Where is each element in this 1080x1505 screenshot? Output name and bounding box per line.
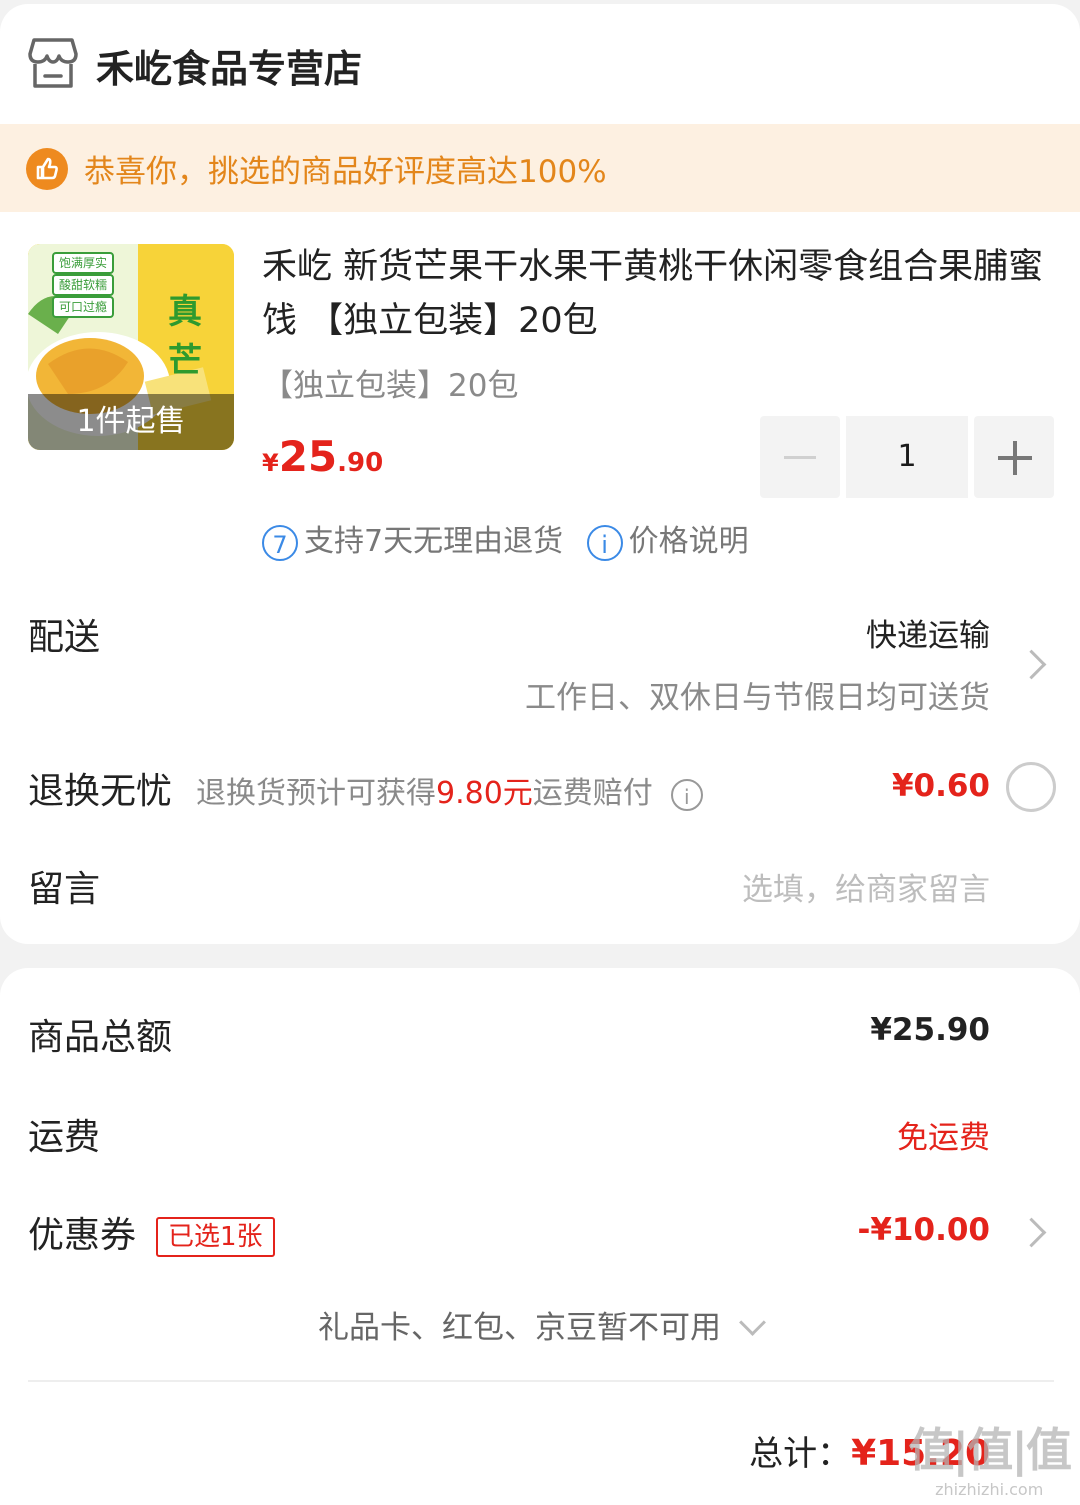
goods-total-label: 商品总额	[28, 1017, 173, 1058]
product-spec[interactable]: 【独立包装】20包	[262, 360, 518, 405]
shipping-label: 运费	[28, 1117, 101, 1158]
price-decimal: .90	[337, 448, 384, 478]
product-price: ¥25.90	[262, 432, 383, 481]
price-symbol: ¥	[262, 449, 279, 477]
watermark-logo: 值|值|值	[908, 1423, 1072, 1477]
message-label: 留言	[28, 869, 101, 910]
shipping-value: 免运费	[897, 1120, 990, 1156]
praise-banner: 恭喜你，挑选的商品好评度高达100%	[0, 124, 1080, 212]
return-worry-price: ¥0.60	[891, 768, 990, 804]
return-worry-note: 退换货预计可获得9.80元运费赔付 i	[196, 768, 703, 812]
coupon-value: -¥10.00	[857, 1212, 991, 1248]
minus-icon	[784, 456, 816, 459]
praise-text: 恭喜你，挑选的商品好评度高达100%	[84, 154, 607, 190]
unavailable-text: 礼品卡、红包、京豆暂不可用	[318, 1310, 721, 1346]
divider	[28, 1380, 1054, 1382]
product-feature-chip: 可口过瘾	[52, 296, 115, 318]
info-icon: i	[586, 524, 623, 561]
price-info-link[interactable]: i 价格说明	[586, 524, 749, 561]
min-purchase-tag: 1件起售	[76, 404, 186, 439]
coupon-label-text: 优惠券	[28, 1215, 137, 1256]
return-policy-link[interactable]: 7 支持7天无理由退货	[262, 524, 573, 561]
message-input[interactable]: 选填，给商家留言	[742, 864, 990, 909]
product-image[interactable]: 饱满厚实 酸甜软糯 可口过瘾 真芒 1件起售	[28, 244, 234, 450]
product-brand-mark: 真芒	[168, 292, 202, 381]
store-name[interactable]: 禾屹食品专营店	[96, 38, 362, 93]
return-note-prefix: 退换货预计可获得	[196, 776, 436, 811]
return-note-suffix: 运费赔付	[532, 776, 653, 811]
chevron-right-icon	[1016, 649, 1047, 680]
coupon-selected-badge: 已选1张	[156, 1217, 275, 1257]
return-worry-label: 退换无忧	[28, 771, 173, 812]
watermark-url: zhizhizhi.com	[935, 1480, 1044, 1499]
decrease-quantity-button[interactable]	[760, 416, 840, 498]
increase-quantity-button[interactable]	[974, 416, 1054, 498]
chevron-right-icon	[1016, 1217, 1047, 1248]
product-feature-chip: 饱满厚实	[52, 252, 115, 274]
thumbs-up-icon	[26, 148, 68, 190]
product-title[interactable]: 禾屹 新货芒果干水果干黄桃干休闲零食组合果脯蜜饯 【独立包装】20包	[262, 240, 1052, 348]
return-policy-text: 支持7天无理由退货	[304, 524, 564, 559]
info-icon[interactable]: i	[670, 778, 703, 811]
store-header[interactable]: 禾屹食品专营店	[0, 4, 1080, 122]
return-worry-radio[interactable]	[1006, 762, 1056, 812]
delivery-method: 快递运输	[866, 618, 990, 654]
delivery-label: 配送	[28, 617, 101, 658]
total-label: 总计：	[749, 1434, 852, 1474]
price-info-text: 价格说明	[628, 524, 749, 559]
seven-day-icon: 7	[262, 524, 298, 561]
delivery-note: 工作日、双休日与节假日均可送货	[525, 680, 990, 716]
watermark: 值|值|值 zhizhizhi.com	[908, 1414, 1072, 1499]
quantity-input[interactable]: 1	[846, 416, 968, 498]
order-store-card: 禾屹食品专营店 恭喜你，挑选的商品好评度高达100% 饱满厚实 酸甜软糯 可口过…	[0, 4, 1080, 944]
quantity-stepper: 1	[760, 416, 1054, 498]
chevron-down-icon	[739, 1309, 766, 1336]
unavailable-payments-toggle[interactable]: 礼品卡、红包、京豆暂不可用	[0, 1302, 1080, 1347]
return-note-amount: 9.80元	[436, 776, 533, 811]
price-integer: 25	[278, 432, 338, 481]
product-feature-chip: 酸甜软糯	[52, 274, 115, 296]
service-row: 7 支持7天无理由退货 i 价格说明	[262, 516, 749, 561]
coupon-label: 优惠券 已选1张	[28, 1206, 275, 1258]
goods-total-value: ¥25.90	[870, 1012, 990, 1048]
store-icon	[28, 38, 78, 88]
